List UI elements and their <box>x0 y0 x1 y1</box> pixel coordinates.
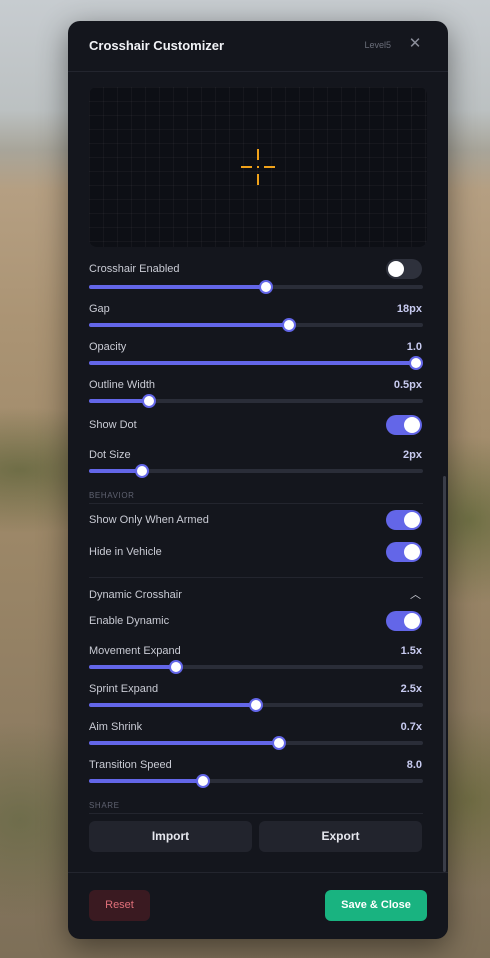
slider-thumb[interactable] <box>135 464 150 478</box>
dot-size-label: Dot Size <box>89 449 131 461</box>
import-button[interactable]: Import <box>89 821 252 852</box>
aim-shrink-label: Aim Shrink <box>89 721 143 733</box>
crosshair-dot <box>257 166 259 168</box>
slider-thumb[interactable] <box>168 660 183 674</box>
toggle-knob <box>388 261 404 277</box>
opacity-label: Opacity <box>89 341 127 353</box>
outline-width-label: Outline Width <box>89 379 156 391</box>
crosshair-enabled-toggle[interactable] <box>386 259 422 279</box>
hide-in-vehicle-label: Hide in Vehicle <box>89 546 162 558</box>
sprint-expand-slider[interactable] <box>89 698 423 712</box>
movement-expand-label: Movement Expand <box>89 645 181 657</box>
hide-in-vehicle-toggle[interactable] <box>386 542 422 562</box>
transition-speed-slider[interactable] <box>89 774 423 788</box>
dynamic-crosshair-heading[interactable]: Dynamic Crosshair <box>89 589 182 601</box>
chevron-up-icon[interactable]: ︿ <box>410 590 421 601</box>
slider-thumb[interactable] <box>195 774 210 788</box>
save-and-close-button[interactable]: Save & Close <box>325 890 427 921</box>
toggle-knob <box>404 417 420 433</box>
panel-scrollbar[interactable] <box>443 476 446 872</box>
level-label: Level5 <box>364 40 391 50</box>
outline-width-slider[interactable] <box>89 394 423 408</box>
slider-thumb[interactable] <box>409 356 423 370</box>
crosshair-right-line <box>264 166 275 168</box>
crosshair-left-line <box>241 166 252 168</box>
crosshair-preview <box>89 87 427 247</box>
slider-fill <box>89 323 290 327</box>
slider-fill <box>89 779 203 783</box>
slider-thumb[interactable] <box>282 318 297 332</box>
crosshair-enabled-label: Crosshair Enabled <box>89 263 180 275</box>
crosshair-bottom-line <box>257 174 259 185</box>
enable-dynamic-toggle[interactable] <box>386 611 422 631</box>
slider-thumb[interactable] <box>142 394 157 408</box>
section-divider <box>89 813 423 814</box>
sprint-expand-label: Sprint Expand <box>89 683 159 695</box>
slider-thumb[interactable] <box>272 736 287 750</box>
show-only-when-armed-toggle[interactable] <box>386 510 422 530</box>
behavior-section-heading: BEHAVIOR <box>89 491 135 500</box>
show-dot-toggle[interactable] <box>386 415 422 435</box>
aim-shrink-value: 0.7x <box>400 721 422 733</box>
opacity-slider[interactable] <box>89 356 423 370</box>
slider-fill <box>89 399 150 403</box>
dot-size-value: 2px <box>403 449 422 461</box>
show-dot-label: Show Dot <box>89 419 137 431</box>
toggle-knob <box>404 512 420 528</box>
gap-label: Gap <box>89 303 110 315</box>
enable-dynamic-label: Enable Dynamic <box>89 615 170 627</box>
reset-button[interactable]: Reset <box>89 890 150 921</box>
footer-divider <box>68 872 448 873</box>
slider-thumb[interactable] <box>259 280 274 294</box>
slider-fill <box>89 741 280 745</box>
transition-speed-value: 8.0 <box>406 759 422 771</box>
crosshair-customizer-panel: Crosshair Customizer Level5 ✕ Crosshair … <box>68 21 448 939</box>
aim-shrink-slider[interactable] <box>89 736 423 750</box>
gap-slider[interactable] <box>89 318 423 332</box>
show-only-when-armed-label: Show Only When Armed <box>89 514 209 526</box>
slider-fill <box>89 665 176 669</box>
export-button[interactable]: Export <box>259 821 422 852</box>
slider-fill <box>89 703 256 707</box>
toggle-knob <box>404 544 420 560</box>
movement-expand-value: 1.5x <box>400 645 422 657</box>
dot-size-slider[interactable] <box>89 464 423 478</box>
movement-expand-slider[interactable] <box>89 660 423 674</box>
slider-fill <box>89 285 267 289</box>
opacity-value: 1.0 <box>406 341 422 353</box>
crosshair-top-line <box>257 149 259 160</box>
share-section-heading: SHARE <box>89 801 120 810</box>
crosshair-size-slider[interactable] <box>89 280 423 294</box>
transition-speed-label: Transition Speed <box>89 759 172 771</box>
section-divider <box>89 503 423 504</box>
close-icon[interactable]: ✕ <box>408 36 422 51</box>
panel-header: Crosshair Customizer Level5 ✕ <box>68 21 448 72</box>
slider-fill <box>89 469 143 473</box>
section-divider <box>89 577 423 578</box>
outline-width-value: 0.5px <box>393 379 422 391</box>
panel-title: Crosshair Customizer <box>89 38 225 53</box>
slider-fill <box>89 361 423 365</box>
gap-value: 18px <box>396 303 422 315</box>
sprint-expand-value: 2.5x <box>400 683 422 695</box>
slider-thumb[interactable] <box>249 698 263 712</box>
toggle-knob <box>404 613 420 629</box>
